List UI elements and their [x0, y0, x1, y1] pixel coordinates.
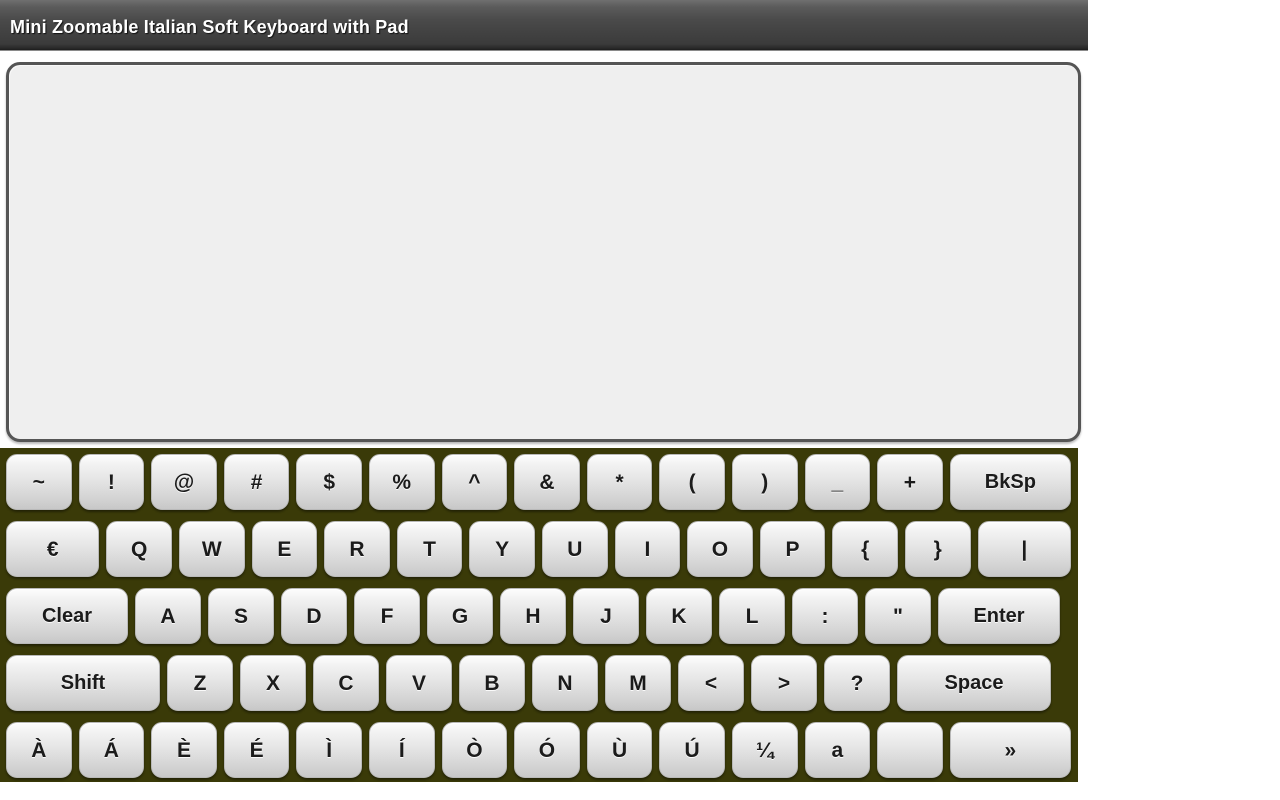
key-a[interactable]: A	[135, 588, 201, 644]
key-shift[interactable]: Shift	[6, 655, 160, 711]
key-z[interactable]: Z	[167, 655, 233, 711]
key-r[interactable]: R	[324, 521, 390, 577]
key-paren-open[interactable]: (	[659, 454, 725, 510]
key-q[interactable]: Q	[106, 521, 173, 577]
key-u-grave[interactable]: Ù	[586, 722, 653, 778]
key-u[interactable]: U	[541, 521, 608, 577]
key-euro[interactable]: €	[6, 521, 100, 577]
home-row: Clear A S D F G H J K L: " Enter	[6, 588, 1078, 655]
key-d[interactable]: D	[281, 588, 347, 644]
key-one-quarter[interactable]: ¼	[731, 722, 798, 778]
key-percent[interactable]: %	[368, 454, 435, 510]
qwerty-row: € Q W E R T Y U I O P{} |	[6, 521, 1078, 588]
key-b[interactable]: B	[459, 655, 525, 711]
key-less-than[interactable]: <	[678, 655, 744, 711]
key-i[interactable]: I	[614, 521, 681, 577]
key-space[interactable]: Space	[897, 655, 1051, 711]
key-o[interactable]: O	[687, 521, 753, 577]
key-colon[interactable]: :	[792, 588, 858, 644]
accents-row: À Á È É Ì Í Ò Ó Ù Ú ¼ a »	[6, 722, 1078, 789]
key-clear[interactable]: Clear	[6, 588, 128, 644]
shift-row: Shift Z X C V B N M < >? Space	[6, 655, 1078, 722]
key-caret[interactable]: ^	[441, 454, 508, 510]
app-root: Mini Zoomable Italian Soft Keyboard with…	[0, 0, 1280, 800]
window-titlebar: Mini Zoomable Italian Soft Keyboard with…	[0, 0, 1088, 51]
key-o-grave[interactable]: Ò	[441, 722, 508, 778]
key-x[interactable]: X	[240, 655, 306, 711]
key-question[interactable]: ?	[824, 655, 890, 711]
key-lowercase-a[interactable]: a	[804, 722, 871, 778]
text-pad-input[interactable]	[6, 62, 1081, 442]
key-next-page[interactable]: »	[949, 722, 1071, 778]
key-m[interactable]: M	[605, 655, 671, 711]
key-i-grave[interactable]: Ì	[296, 722, 362, 778]
key-v[interactable]: V	[386, 655, 452, 711]
key-quote[interactable]: "	[865, 588, 931, 644]
key-i-acute[interactable]: Í	[368, 722, 435, 778]
window-title: Mini Zoomable Italian Soft Keyboard with…	[10, 17, 409, 37]
key-dollar[interactable]: $	[296, 454, 362, 510]
key-e[interactable]: E	[251, 521, 318, 577]
soft-keyboard: ~! @ # $% ^ & *() _ + BkSp € Q W E R T Y U I O P{} | Clear A S D F…	[0, 448, 1078, 782]
key-exclamation[interactable]: !	[78, 454, 145, 510]
key-plus[interactable]: +	[877, 454, 943, 510]
key-pipe[interactable]: |	[977, 521, 1071, 577]
key-paren-close[interactable]: )	[731, 454, 798, 510]
key-enter[interactable]: Enter	[938, 588, 1060, 644]
pad-container	[6, 62, 1081, 442]
key-greater-than[interactable]: >	[751, 655, 817, 711]
key-p[interactable]: P	[759, 521, 826, 577]
key-c[interactable]: C	[313, 655, 379, 711]
key-y[interactable]: Y	[469, 521, 535, 577]
key-brace-open[interactable]: {	[832, 521, 898, 577]
key-a-grave[interactable]: À	[6, 722, 72, 778]
key-ampersand[interactable]: &	[514, 454, 580, 510]
key-k[interactable]: K	[646, 588, 712, 644]
key-g[interactable]: G	[427, 588, 493, 644]
key-at[interactable]: @	[151, 454, 217, 510]
key-tilde[interactable]: ~	[6, 454, 72, 510]
key-w[interactable]: W	[179, 521, 245, 577]
key-blank	[877, 722, 943, 778]
key-j[interactable]: J	[573, 588, 639, 644]
key-s[interactable]: S	[208, 588, 274, 644]
key-h[interactable]: H	[500, 588, 566, 644]
symbols-row: ~! @ # $% ^ & *() _ + BkSp	[6, 454, 1078, 521]
key-e-acute[interactable]: É	[223, 722, 290, 778]
key-a-acute[interactable]: Á	[78, 722, 145, 778]
key-n[interactable]: N	[532, 655, 598, 711]
key-underscore[interactable]: _	[804, 454, 871, 510]
key-f[interactable]: F	[354, 588, 420, 644]
key-u-acute[interactable]: Ú	[659, 722, 725, 778]
key-l[interactable]: L	[719, 588, 785, 644]
key-hash[interactable]: #	[223, 454, 290, 510]
key-e-grave[interactable]: È	[151, 722, 217, 778]
key-asterisk[interactable]: *	[586, 454, 653, 510]
key-t[interactable]: T	[396, 521, 463, 577]
key-brace-close[interactable]: }	[904, 521, 971, 577]
key-o-acute[interactable]: Ó	[514, 722, 580, 778]
key-backspace[interactable]: BkSp	[949, 454, 1071, 510]
